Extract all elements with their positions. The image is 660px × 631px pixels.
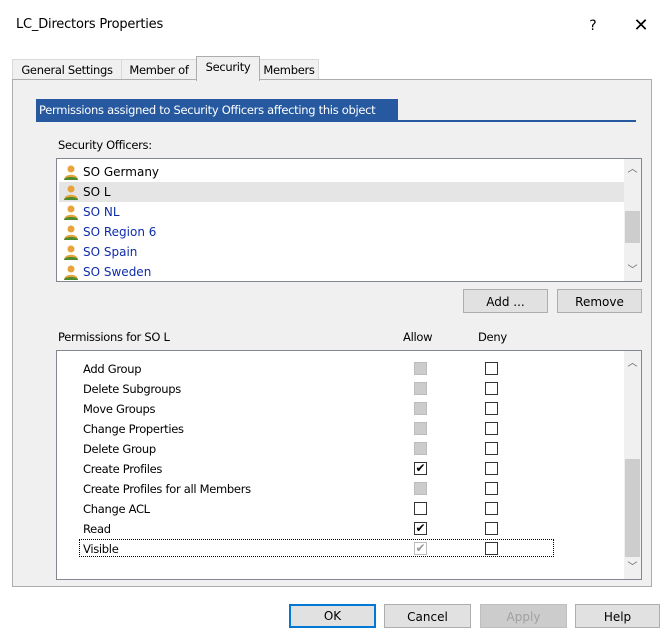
user-icon <box>64 205 78 220</box>
list-item[interactable]: SO Spain <box>59 242 624 262</box>
tab-security[interactable]: Security <box>196 56 260 81</box>
permission-name: Delete Subgroups <box>83 382 181 396</box>
permission-row-focused: Visible ✔ <box>57 539 623 559</box>
permission-name: Add Group <box>83 362 142 376</box>
permission-name: Delete Group <box>83 442 156 456</box>
ok-button[interactable]: OK <box>289 604 376 628</box>
permission-name: Visible <box>83 542 119 556</box>
deny-checkbox[interactable] <box>485 422 498 435</box>
deny-checkbox[interactable] <box>485 522 498 535</box>
permission-row: Read ✔ <box>57 519 623 539</box>
permission-name: Change Properties <box>83 422 184 436</box>
permissions-label: Permissions for SO L <box>58 330 170 344</box>
allow-checkbox <box>414 382 427 395</box>
deny-checkbox[interactable] <box>485 362 498 375</box>
allow-checkbox <box>414 402 427 415</box>
user-icon <box>64 225 78 240</box>
user-icon <box>64 165 78 180</box>
security-officers-list[interactable]: SO Germany SO L SO NL SO Region 6 SO Spa… <box>56 158 642 282</box>
list-item-label: SO NL <box>83 205 120 219</box>
list-item-label: SO Region 6 <box>83 225 157 239</box>
user-icon <box>64 265 78 280</box>
deny-checkbox[interactable] <box>485 402 498 415</box>
allow-checkbox <box>414 422 427 435</box>
officers-scrollbar[interactable]: ︿ ﹀ <box>624 159 641 281</box>
permission-row: Add Group <box>57 359 623 379</box>
close-icon[interactable]: ✕ <box>626 12 656 40</box>
tab-members[interactable]: Members <box>259 59 319 80</box>
list-item-label: SO L <box>83 185 111 199</box>
allow-checkbox <box>414 482 427 495</box>
permission-row: Move Groups <box>57 399 623 419</box>
permission-row: Create Profiles ✔ <box>57 459 623 479</box>
deny-header: Deny <box>478 330 507 344</box>
deny-checkbox[interactable] <box>485 502 498 515</box>
scrollbar-thumb[interactable] <box>625 459 640 557</box>
allow-checkbox-checked[interactable]: ✔ <box>414 522 427 535</box>
permission-row: Delete Group <box>57 439 623 459</box>
list-item-selected[interactable]: SO L <box>59 182 624 202</box>
deny-checkbox[interactable] <box>485 482 498 495</box>
permission-name: Read <box>83 522 111 536</box>
focus-rectangle <box>79 539 554 557</box>
help-icon[interactable]: ? <box>578 12 608 40</box>
security-officers-label: Security Officers: <box>58 138 152 152</box>
permissions-list[interactable]: Add Group Delete Subgroups Move Groups C… <box>56 350 642 580</box>
scroll-down-icon[interactable]: ﹀ <box>624 262 641 279</box>
list-item-label: SO Spain <box>83 245 138 259</box>
scroll-up-icon[interactable]: ︿ <box>624 161 641 178</box>
user-icon <box>64 185 78 200</box>
apply-button[interactable]: Apply <box>480 604 567 628</box>
list-item-label: SO Sweden <box>83 265 152 279</box>
remove-button[interactable]: Remove <box>557 289 642 313</box>
allow-checkbox <box>414 442 427 455</box>
deny-checkbox[interactable] <box>485 442 498 455</box>
list-item[interactable]: SO NL <box>59 202 624 222</box>
allow-header: Allow <box>403 330 433 344</box>
cancel-button[interactable]: Cancel <box>384 604 471 628</box>
deny-checkbox[interactable] <box>485 542 498 555</box>
scroll-down-icon[interactable]: ﹀ <box>624 559 641 576</box>
allow-checkbox[interactable] <box>414 502 427 515</box>
allow-checkbox <box>414 362 427 375</box>
banner-text: Permissions assigned to Security Officer… <box>39 103 376 117</box>
tab-general-settings[interactable]: General Settings <box>12 59 122 80</box>
allow-checkbox-checked-disabled: ✔ <box>414 541 427 555</box>
list-item[interactable]: SO Sweden <box>59 262 624 281</box>
list-item-label: SO Germany <box>83 165 160 179</box>
add-button[interactable]: Add ... <box>463 289 548 313</box>
permission-name: Move Groups <box>83 402 156 416</box>
permission-name: Create Profiles for all Members <box>83 482 251 496</box>
title-bar: LC_Directors Properties ? ✕ <box>0 0 660 50</box>
deny-checkbox[interactable] <box>485 462 498 475</box>
permission-name: Change ACL <box>83 502 150 516</box>
list-item[interactable]: SO Germany <box>59 162 624 182</box>
permissions-scrollbar[interactable]: ︿ ﹀ <box>624 351 641 579</box>
permission-row: Delete Subgroups <box>57 379 623 399</box>
window-title: LC_Directors Properties <box>16 17 164 32</box>
scroll-up-icon[interactable]: ︿ <box>624 355 641 372</box>
permission-row: Create Profiles for all Members <box>57 479 623 499</box>
user-icon <box>64 245 78 260</box>
deny-checkbox[interactable] <box>485 382 498 395</box>
permission-row: Change ACL <box>57 499 623 519</box>
permission-row: Change Properties <box>57 419 623 439</box>
list-item[interactable]: SO Region 6 <box>59 222 624 242</box>
help-button[interactable]: Help <box>575 604 660 628</box>
scrollbar-thumb[interactable] <box>625 211 640 243</box>
tab-member-of[interactable]: Member of <box>121 59 197 80</box>
allow-checkbox-checked[interactable]: ✔ <box>414 462 427 475</box>
banner-underline <box>36 120 636 122</box>
permission-name: Create Profiles <box>83 462 163 476</box>
